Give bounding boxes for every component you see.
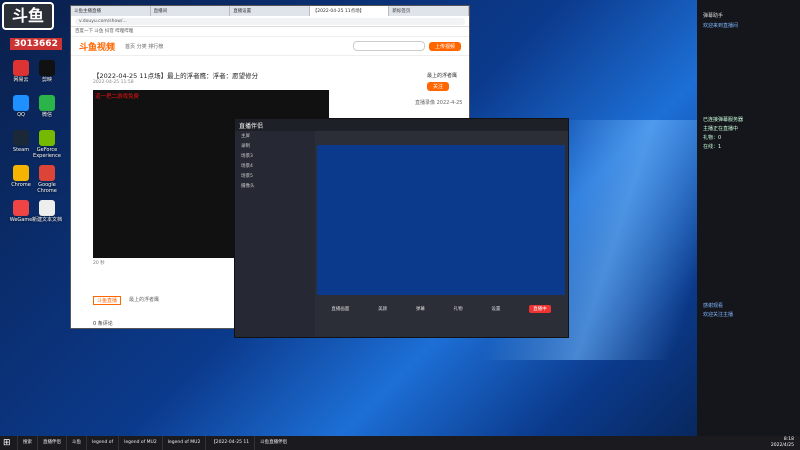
site-logo[interactable]: 斗鱼视频 <box>79 40 115 53</box>
scene-row[interactable]: 主屏 <box>235 131 315 141</box>
danmu-panel: 弹幕助手 欢迎来到直播间 已连接弹幕服务器 主播正在直播中 礼物：0 在线：1 … <box>697 0 800 436</box>
companion-title: 直播伴侣 <box>239 122 264 130</box>
panel-line: 感谢观看 <box>703 303 724 309</box>
follow-button[interactable]: 关注 <box>427 82 450 91</box>
browser-tabs: 斗鱼主播直播 直播间 直播设置 【2022-04-25 11点场】 新标签页 <box>71 6 469 16</box>
address-bar: v.douyu.com/show/... <box>71 16 469 27</box>
panel-line: 欢迎关注主播 <box>703 312 734 318</box>
desktop-icon[interactable]: 新建文本文档 <box>30 200 64 234</box>
desktop-icon[interactable]: 微信 <box>30 95 64 129</box>
taskbar: ⊞ 搜索 直播伴侣 斗鱼 legend of legend of MU2 leg… <box>0 436 800 450</box>
taskbar-item[interactable]: 直播伴侣 <box>37 436 66 450</box>
scene-row[interactable]: 录制 <box>235 141 315 151</box>
browser-tab[interactable]: 新标签页 <box>389 6 469 16</box>
taskbar-item[interactable]: legend of MU2 <box>118 436 162 450</box>
taskbar-item[interactable]: 斗鱼 <box>66 436 86 450</box>
app-icon <box>13 165 29 181</box>
desktop-icon[interactable]: 剪映 <box>30 60 64 94</box>
browser-tab[interactable]: 斗鱼主播直播 <box>71 6 151 16</box>
video-meta: 2022-04-25 11:58 <box>93 80 134 85</box>
clock-date: 2022/4/25 <box>770 443 794 448</box>
stream-companion-window: 直播伴侣 主屏 录制 场景3 场景4 场景5 摄像头 直播画面 美颜 弹幕 礼物… <box>234 118 569 338</box>
app-icon <box>13 130 29 146</box>
browser-tab-active[interactable]: 【2022-04-25 11点场】 <box>309 6 390 16</box>
app-icon <box>13 60 29 76</box>
tool-button[interactable]: 美颜 <box>378 306 387 312</box>
app-icon <box>39 200 55 216</box>
app-icon <box>13 95 29 111</box>
scene-list: 主屏 录制 场景3 场景4 场景5 摄像头 <box>235 131 315 337</box>
site-nav[interactable]: 首页 分类 排行榜 <box>125 43 163 50</box>
site-search-input[interactable] <box>352 41 425 51</box>
companion-toolbar: 直播画面 美颜 弹幕 礼物 设置 直播中 <box>317 299 565 319</box>
browser-tab[interactable]: 直播间 <box>151 6 231 16</box>
taskbar-item[interactable]: 搜索 <box>17 436 37 450</box>
app-icon <box>13 200 29 216</box>
taskbar-item[interactable]: legend of <box>86 436 118 450</box>
tag-secondary[interactable]: 最上的浮者鹰 <box>129 296 159 303</box>
browser-tab[interactable]: 直播设置 <box>230 6 310 16</box>
side-date: 直播录像 2022-4-25 <box>415 100 463 106</box>
scene-row[interactable]: 摄像头 <box>235 181 315 191</box>
app-icon <box>39 95 55 111</box>
comments-count: 0 条评论 <box>93 321 113 327</box>
panel-line: 已连接弹幕服务器 <box>703 117 744 123</box>
panel-title: 弹幕助手 <box>703 13 724 19</box>
live-status-button[interactable]: 直播中 <box>529 305 551 313</box>
player-count: 20 秒 <box>93 261 105 266</box>
douyu-watermark-logo: 斗鱼 <box>2 2 54 30</box>
taskbar-item[interactable]: legend of MU2 <box>161 436 206 450</box>
tool-button[interactable]: 设置 <box>491 306 500 312</box>
system-clock[interactable]: 8:18 2022/4/25 <box>771 437 800 449</box>
taskbar-item[interactable]: 【2022-04-25 11 <box>205 436 254 450</box>
upload-button[interactable]: 上传视频 <box>428 41 461 51</box>
panel-line: 在线：1 <box>703 144 722 150</box>
desktop-icon[interactable]: GeForce Experience <box>30 130 64 164</box>
tool-button[interactable]: 弹幕 <box>416 306 425 312</box>
site-header: 斗鱼视频 首页 分类 排行榜 上传视频 <box>71 37 469 56</box>
scene-row[interactable]: 场景3 <box>235 151 315 161</box>
tool-button[interactable]: 直播画面 <box>331 306 349 312</box>
app-icon <box>39 165 55 181</box>
taskbar-item[interactable]: 斗鱼直播伴侣 <box>254 436 292 450</box>
clock-time: 8:18 <box>783 437 794 442</box>
desktop-icon[interactable]: Google Chrome <box>30 165 64 199</box>
panel-line: 欢迎来到直播间 <box>703 23 739 29</box>
room-id-badge: 3013662 <box>10 38 62 50</box>
companion-header: 直播伴侣 <box>235 119 568 131</box>
app-icon <box>39 60 55 76</box>
windows-start-icon[interactable]: ⊞ <box>3 438 17 448</box>
uploader-name[interactable]: 最上的浮者鹰 <box>427 72 457 79</box>
scene-row[interactable]: 场景4 <box>235 161 315 171</box>
tool-button[interactable]: 礼物 <box>454 306 463 312</box>
panel-line: 礼物：0 <box>703 135 722 141</box>
app-icon <box>39 130 55 146</box>
url-input[interactable]: v.douyu.com/show/... <box>75 17 465 25</box>
stream-preview <box>317 145 565 295</box>
bookmarks-bar[interactable]: 百度一下 斗鱼 抖音 哔哩哔哩 <box>71 27 469 37</box>
scene-row[interactable]: 场景5 <box>235 171 315 181</box>
video-overlay-text: 道一把二游戏免费 <box>95 94 140 100</box>
video-title: 【2022-04-25 11点场】最上的浮者鹰：浮者：愿望修分 <box>93 72 259 80</box>
panel-line: 主播正在直播中 <box>703 126 739 132</box>
tag-primary[interactable]: 斗鱼直播 <box>93 296 122 305</box>
